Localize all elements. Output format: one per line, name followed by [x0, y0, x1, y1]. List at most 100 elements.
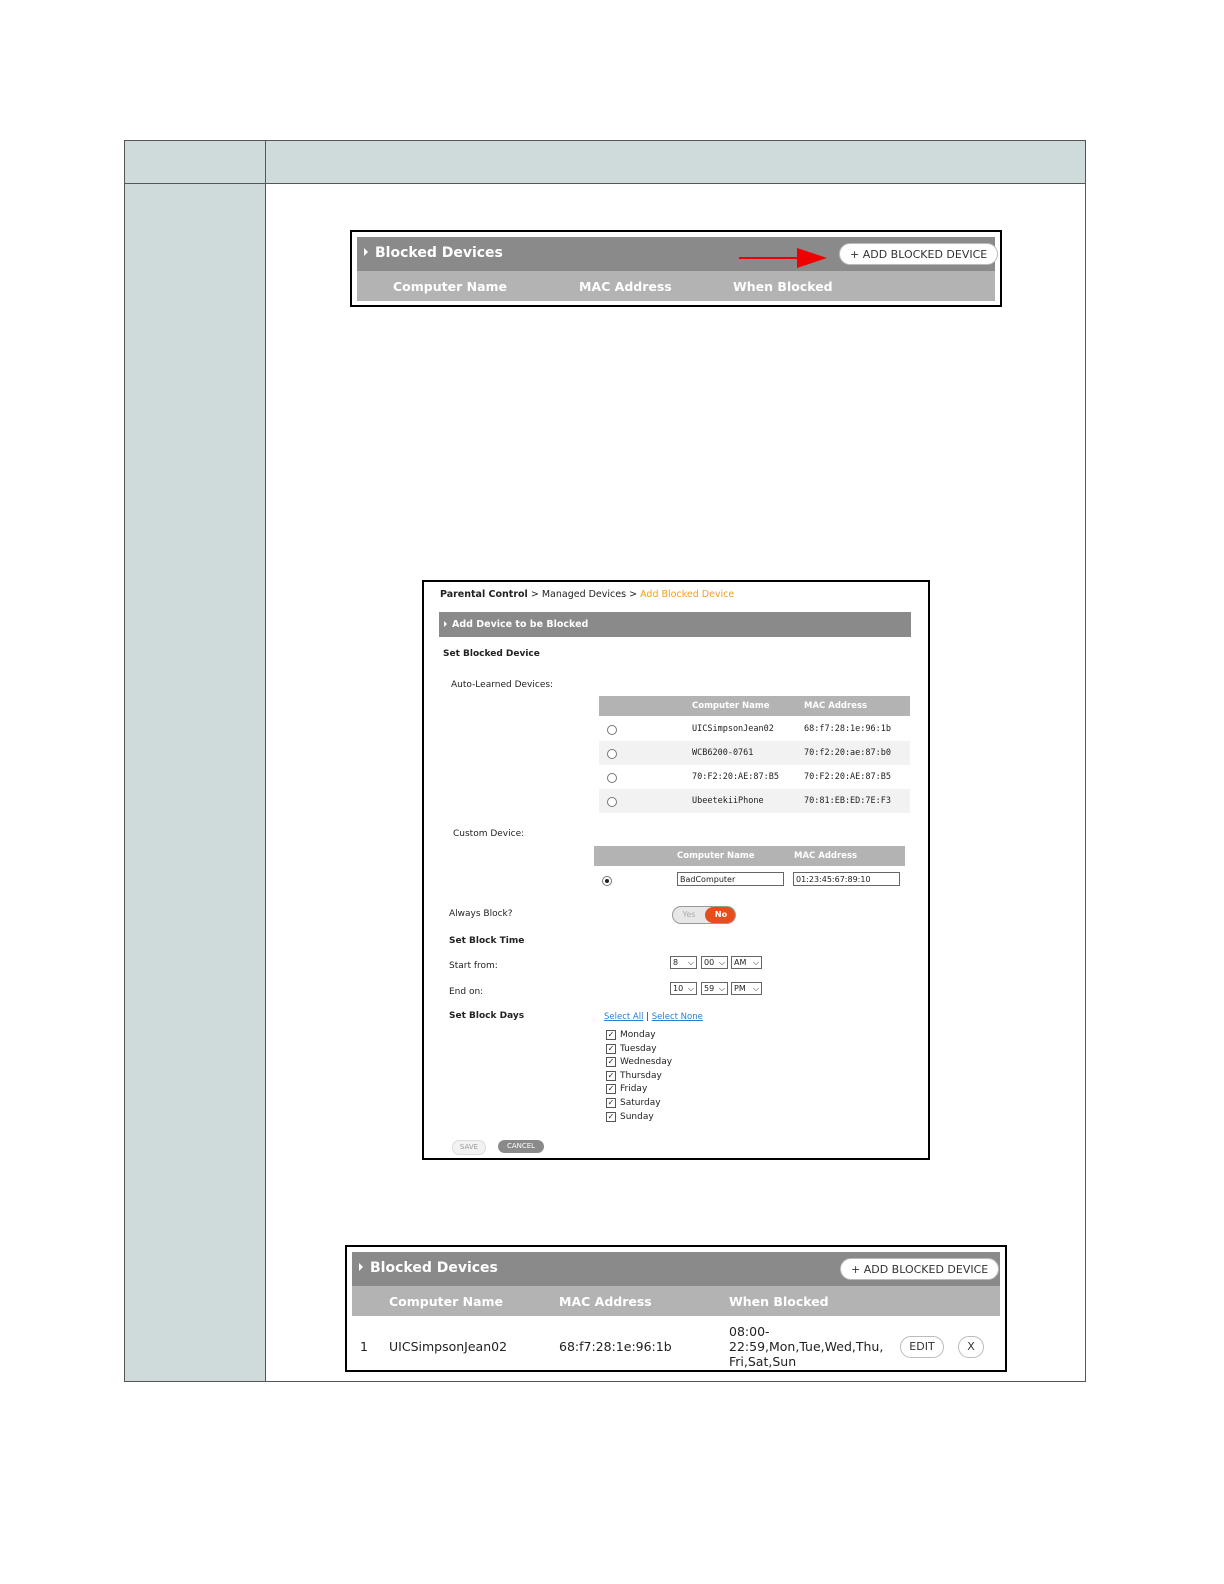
tuesday-checkbox[interactable]: ✓: [606, 1044, 616, 1054]
start-from-label: Start from:: [449, 961, 498, 971]
start-ampm-select[interactable]: AM ⌵: [731, 956, 762, 969]
custom-mac-address-input[interactable]: 01:23:45:67:89:10: [793, 872, 900, 886]
toggle-no[interactable]: No: [705, 907, 735, 923]
form-section-bar: Add Device to be Blocked: [439, 612, 911, 637]
chevron-down-icon: ⌵: [687, 958, 694, 967]
column-computer-name: Computer Name: [677, 851, 755, 861]
device-name: WCB6200-0761: [692, 748, 754, 758]
day-label-saturday: Saturday: [620, 1098, 661, 1108]
link-separator: |: [646, 1012, 650, 1022]
chevron-down-icon: ⌵: [752, 958, 759, 967]
auto-learned-row[interactable]: 70:F2:20:AE:87:B5 70:F2:20:AE:87:B5: [599, 765, 910, 789]
device-radio[interactable]: [607, 749, 617, 759]
device-radio[interactable]: [607, 773, 617, 783]
save-button[interactable]: SAVE: [452, 1140, 486, 1155]
day-label-friday: Friday: [620, 1084, 648, 1094]
day-label-tuesday: Tuesday: [620, 1044, 657, 1054]
monday-checkbox[interactable]: ✓: [606, 1030, 616, 1040]
start-hour-select[interactable]: 8 ⌵: [670, 956, 697, 969]
start-minute-select[interactable]: 00 ⌵: [701, 956, 728, 969]
select-all-link[interactable]: Select All: [604, 1012, 643, 1022]
blocked-devices-panel-filled: Blocked Devices + ADD BLOCKED DEVICE Com…: [345, 1245, 1007, 1372]
auto-learned-row[interactable]: WCB6200-0761 70:f2:20:ae:87:b0: [599, 741, 910, 765]
add-device-form: Parental Control > Managed Devices > Add…: [422, 580, 930, 1160]
device-mac: 70:f2:20:ae:87:b0: [804, 748, 891, 758]
device-mac: 70:F2:20:AE:87:B5: [804, 772, 891, 782]
expand-triangle-icon: [359, 1263, 363, 1271]
column-mac-address: MAC Address: [579, 279, 672, 294]
edit-button[interactable]: EDIT: [900, 1336, 944, 1358]
toggle-yes[interactable]: Yes: [673, 907, 705, 923]
table-header-right-cell: [266, 141, 1085, 184]
chevron-down-icon: ⌵: [718, 958, 725, 967]
blocked-devices-header-bar: Blocked Devices + ADD BLOCKED DEVICE: [357, 237, 999, 271]
select-links: Select All | Select None: [604, 1012, 703, 1022]
select-value: AM: [734, 958, 747, 967]
auto-learned-row[interactable]: UbeetekiiPhone 70:81:EB:ED:7E:F3: [599, 789, 910, 813]
chevron-down-icon: ⌵: [718, 984, 725, 993]
panel-title: Blocked Devices: [370, 1260, 498, 1276]
breadcrumb: Parental Control > Managed Devices > Add…: [440, 589, 734, 600]
device-mac: 70:81:EB:ED:7E:F3: [804, 796, 891, 806]
blocked-devices-panel-empty: Blocked Devices + ADD BLOCKED DEVICE Com…: [350, 230, 1002, 307]
row-when-blocked-line1: 08:00-: [729, 1324, 770, 1339]
chevron-down-icon: ⌵: [752, 984, 759, 993]
blocked-devices-header-bar: Blocked Devices + ADD BLOCKED DEVICE: [352, 1252, 1000, 1286]
column-computer-name: Computer Name: [692, 701, 770, 711]
device-mac: 68:f7:28:1e:96:1b: [804, 724, 891, 734]
end-hour-select[interactable]: 10 ⌵: [670, 982, 697, 995]
breadcrumb-current: Add Blocked Device: [640, 589, 735, 600]
device-radio[interactable]: [607, 797, 617, 807]
device-radio[interactable]: [607, 725, 617, 735]
table-left-column: [125, 184, 266, 1381]
blocked-devices-column-header: Computer Name MAC Address When Blocked: [357, 271, 995, 301]
set-block-days-heading: Set Block Days: [449, 1011, 525, 1021]
end-ampm-select[interactable]: PM ⌵: [731, 982, 762, 995]
end-minute-select[interactable]: 59 ⌵: [701, 982, 728, 995]
chevron-down-icon: ⌵: [687, 984, 694, 993]
breadcrumb-parental-control[interactable]: Parental Control: [440, 589, 528, 600]
day-label-monday: Monday: [620, 1030, 656, 1040]
day-label-sunday: Sunday: [620, 1112, 654, 1122]
thursday-checkbox[interactable]: ✓: [606, 1071, 616, 1081]
device-name: 70:F2:20:AE:87:B5: [692, 772, 779, 782]
breadcrumb-separator: >: [629, 589, 638, 600]
breadcrumb-managed-devices[interactable]: Managed Devices: [542, 589, 626, 600]
row-index: 1: [360, 1339, 368, 1354]
saturday-checkbox[interactable]: ✓: [606, 1098, 616, 1108]
add-blocked-device-button[interactable]: + ADD BLOCKED DEVICE: [839, 243, 999, 265]
column-mac-address: MAC Address: [794, 851, 858, 861]
device-name: UbeetekiiPhone: [692, 796, 764, 806]
set-block-time-heading: Set Block Time: [449, 936, 525, 946]
select-value: 10: [673, 984, 684, 993]
custom-device-label: Custom Device:: [453, 829, 525, 839]
column-computer-name: Computer Name: [389, 1294, 504, 1309]
delete-button[interactable]: X: [958, 1336, 984, 1358]
cancel-button[interactable]: CANCEL: [498, 1140, 544, 1153]
breadcrumb-separator: >: [530, 589, 539, 600]
expand-triangle-icon: [444, 621, 447, 627]
end-on-label: End on:: [449, 987, 484, 997]
always-block-toggle[interactable]: Yes No: [672, 906, 736, 924]
row-when-blocked-line3: Fri,Sat,Sun: [729, 1354, 797, 1369]
device-name: UICSimpsonJean02: [692, 724, 774, 734]
auto-learned-row[interactable]: UICSimpsonJean02 68:f7:28:1e:96:1b: [599, 717, 910, 741]
custom-computer-name-input[interactable]: BadComputer: [677, 872, 784, 886]
select-none-link[interactable]: Select None: [652, 1012, 703, 1022]
column-mac-address: MAC Address: [559, 1294, 652, 1309]
column-mac-address: MAC Address: [804, 701, 868, 711]
day-label-thursday: Thursday: [620, 1071, 662, 1081]
row-when-blocked-line2: 22:59,Mon,Tue,Wed,Thu,: [729, 1339, 884, 1354]
custom-device-radio[interactable]: [602, 876, 612, 886]
select-value: 00: [704, 958, 715, 967]
select-value: PM: [734, 984, 746, 993]
row-computer-name: UICSimpsonJean02: [389, 1339, 508, 1354]
wednesday-checkbox[interactable]: ✓: [606, 1057, 616, 1067]
auto-learned-label: Auto-Learned Devices:: [451, 680, 554, 690]
blocked-devices-column-header: Computer Name MAC Address When Blocked: [352, 1286, 1000, 1316]
friday-checkbox[interactable]: ✓: [606, 1084, 616, 1094]
sunday-checkbox[interactable]: ✓: [606, 1112, 616, 1122]
custom-device-table-header: Computer Name MAC Address: [594, 846, 905, 866]
form-section-title: Add Device to be Blocked: [452, 619, 589, 630]
add-blocked-device-button[interactable]: + ADD BLOCKED DEVICE: [840, 1258, 1000, 1280]
